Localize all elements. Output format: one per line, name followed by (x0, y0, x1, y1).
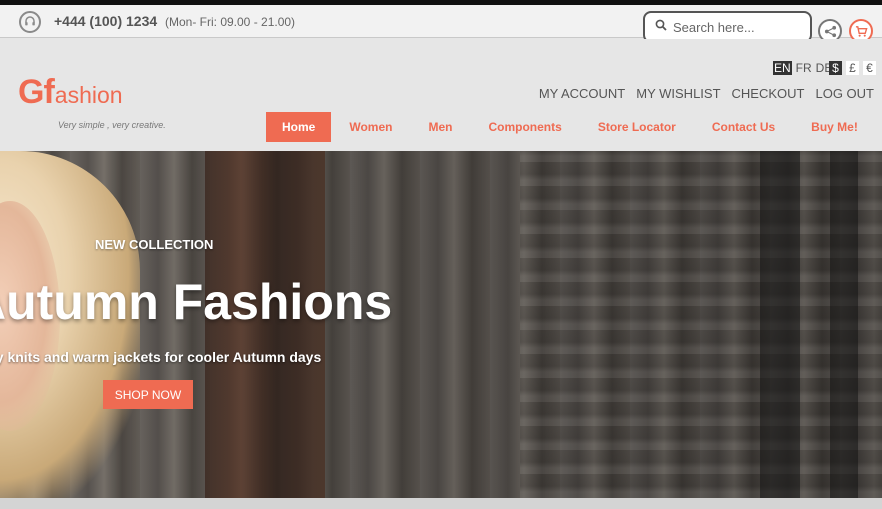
hero-background-shadow (830, 151, 858, 498)
hero-banner: NEW COLLECTION Autumn Fashions Comfy kni… (0, 151, 882, 498)
headset-icon (19, 11, 41, 33)
search-input[interactable] (673, 19, 805, 35)
nav-contact-us[interactable]: Contact Us (694, 112, 793, 142)
account-links: MY ACCOUNT MY WISHLIST CHECKOUT LOG OUT (539, 86, 874, 101)
opening-hours: (Mon- Fri: 09.00 - 21.00) (165, 15, 296, 29)
hero-description: Comfy knits and warm jackets for cooler … (0, 349, 322, 365)
language-switcher: EN FR DE (773, 61, 832, 75)
nav-store-locator[interactable]: Store Locator (580, 112, 694, 142)
shop-now-button[interactable]: SHOP NOW (103, 380, 193, 409)
site-header: Gf ashion Very simple , very creative. E… (0, 39, 882, 151)
main-nav: Home Women Men Components Store Locator … (266, 112, 876, 142)
phone-number: +444 (100) 1234 (54, 13, 158, 29)
nav-women[interactable]: Women (331, 112, 410, 142)
search-icon[interactable] (655, 19, 667, 31)
lang-en[interactable]: EN (773, 61, 792, 75)
tagline: Very simple , very creative. (58, 120, 166, 130)
hero-background-shadow (760, 151, 800, 498)
nav-men[interactable]: Men (410, 112, 470, 142)
topbar: +444 (100) 1234 (Mon- Fri: 09.00 - 21.00… (0, 5, 882, 43)
nav-home[interactable]: Home (266, 112, 332, 142)
lang-fr[interactable]: FR (796, 61, 812, 75)
logo-word: ashion (54, 82, 123, 108)
currency-switcher: $ £ € (829, 61, 876, 75)
my-wishlist-link[interactable]: MY WISHLIST (636, 86, 720, 101)
nav-components[interactable]: Components (470, 112, 579, 142)
logout-link[interactable]: LOG OUT (815, 86, 874, 101)
hero-subtitle: NEW COLLECTION (95, 237, 214, 252)
page-bottom-strip (0, 498, 882, 509)
currency-eur[interactable]: € (863, 61, 876, 75)
checkout-link[interactable]: CHECKOUT (732, 86, 805, 101)
my-account-link[interactable]: MY ACCOUNT (539, 86, 625, 101)
currency-usd[interactable]: $ (829, 61, 842, 75)
currency-gbp[interactable]: £ (846, 61, 859, 75)
logo[interactable]: Gf ashion (18, 75, 123, 109)
hero-background-wall (520, 151, 882, 498)
nav-buy-me[interactable]: Buy Me! (793, 112, 876, 142)
hero-title: Autumn Fashions (0, 274, 393, 330)
logo-mark: Gf (18, 73, 55, 111)
